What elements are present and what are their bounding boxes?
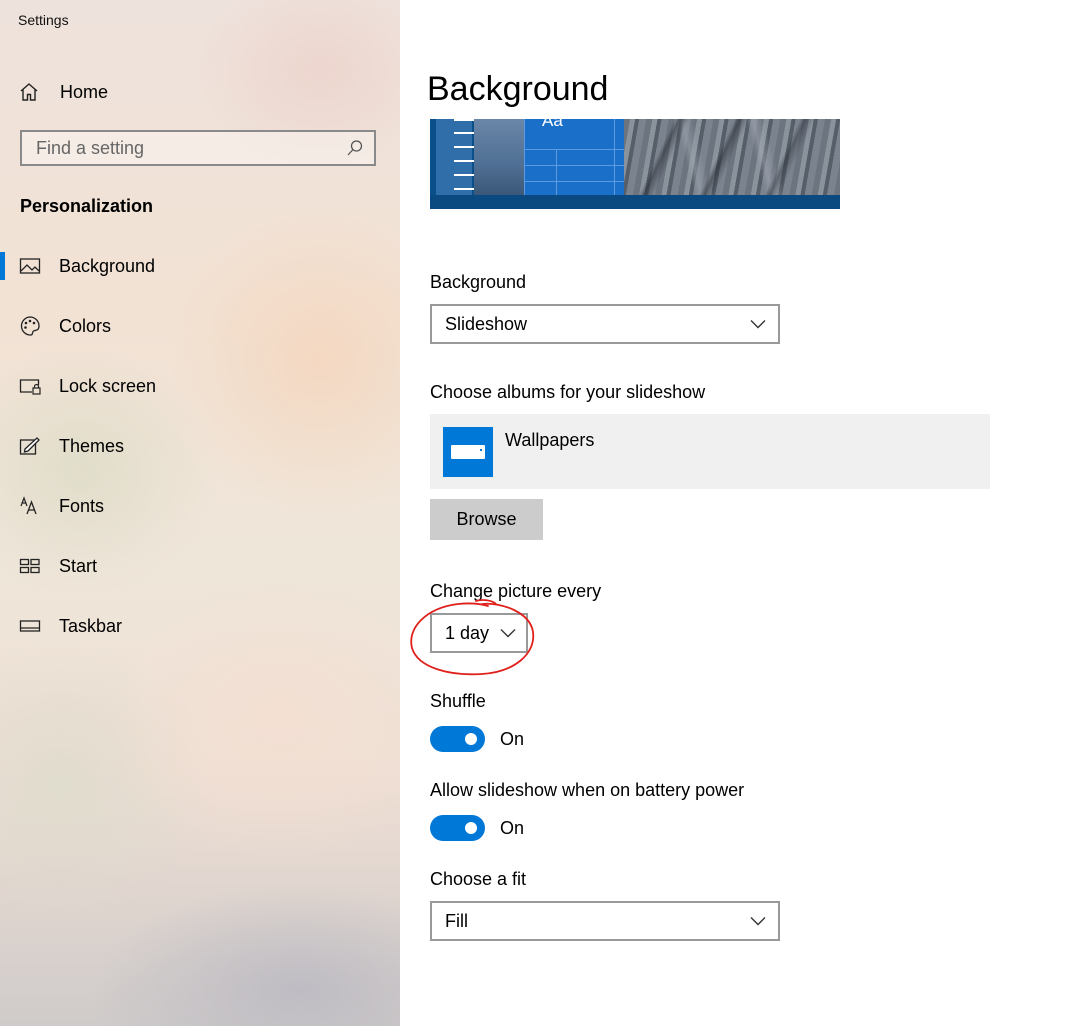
change-picture-label: Change picture every <box>430 581 602 601</box>
battery-label: Allow slideshow when on battery power <box>430 780 745 800</box>
battery-state: On <box>500 817 525 838</box>
picture-icon <box>18 254 42 278</box>
sidebar-item-lock-screen[interactable]: Lock screen <box>0 366 400 406</box>
fit-dropdown-value: Fill <box>445 910 468 931</box>
palette-icon <box>18 314 42 338</box>
shuffle-state: On <box>500 728 525 749</box>
shuffle-toggle[interactable] <box>430 726 485 752</box>
fit-dropdown[interactable]: Fill <box>430 901 780 941</box>
sidebar-item-fonts[interactable]: Fonts <box>0 486 400 526</box>
sidebar-item-label: Start <box>59 555 98 576</box>
preview-taskbar <box>430 195 840 209</box>
preview-mountain-left <box>474 119 524 195</box>
home-label: Home <box>60 81 109 102</box>
window-title: Settings <box>18 12 69 28</box>
folder-icon <box>443 427 493 477</box>
background-label: Background <box>430 272 527 292</box>
page-title: Background <box>427 70 609 108</box>
chevron-down-icon <box>498 623 518 643</box>
album-name: Wallpapers <box>505 430 595 450</box>
background-preview: Aa <box>430 119 840 209</box>
preview-tiles: Aa <box>524 119 624 195</box>
chevron-down-icon <box>748 911 768 931</box>
toggle-knob <box>465 733 477 745</box>
lock-screen-icon <box>18 374 42 398</box>
change-picture-value: 1 day <box>445 622 490 643</box>
main-content: Background Aa Background Slideshow Choos… <box>400 0 1077 1026</box>
search-icon[interactable] <box>342 139 368 157</box>
search-box[interactable] <box>20 130 376 166</box>
background-dropdown-value: Slideshow <box>445 313 528 334</box>
sidebar-item-themes[interactable]: Themes <box>0 426 400 466</box>
selection-indicator <box>0 252 5 280</box>
chevron-down-icon <box>748 314 768 334</box>
change-picture-dropdown[interactable]: 1 day <box>430 613 528 653</box>
sidebar-item-start[interactable]: Start <box>0 546 400 586</box>
shuffle-toggle-row: On <box>430 726 524 752</box>
preview-sample-text: Aa <box>542 119 563 130</box>
sidebar: Settings Home Personalization Background… <box>0 0 400 1026</box>
taskbar-icon <box>18 614 42 638</box>
sidebar-item-label: Background <box>59 255 156 276</box>
toggle-knob <box>465 822 477 834</box>
fit-label: Choose a fit <box>430 869 527 889</box>
sidebar-item-taskbar[interactable]: Taskbar <box>0 606 400 646</box>
home-icon <box>18 81 40 103</box>
preview-menu-lines <box>454 119 474 195</box>
search-input[interactable] <box>22 136 342 160</box>
albums-label: Choose albums for your slideshow <box>430 382 706 402</box>
background-dropdown[interactable]: Slideshow <box>430 304 780 344</box>
preview-wallpaper <box>624 119 840 195</box>
battery-toggle[interactable] <box>430 815 485 841</box>
shuffle-label: Shuffle <box>430 691 486 711</box>
sidebar-item-label: Taskbar <box>59 615 123 636</box>
start-icon <box>18 554 42 578</box>
sidebar-item-background[interactable]: Background <box>0 246 400 286</box>
battery-toggle-row: On <box>430 815 524 841</box>
sidebar-item-label: Colors <box>59 315 112 336</box>
home-nav-item[interactable]: Home <box>18 78 108 106</box>
sidebar-item-label: Themes <box>59 435 125 456</box>
album-item[interactable]: Wallpapers <box>430 414 990 489</box>
sidebar-item-label: Lock screen <box>59 375 157 396</box>
sidebar-item-colors[interactable]: Colors <box>0 306 400 346</box>
fonts-icon <box>18 494 42 518</box>
section-heading: Personalization <box>20 196 154 216</box>
browse-button[interactable]: Browse <box>430 499 543 540</box>
sidebar-item-label: Fonts <box>59 495 105 516</box>
themes-icon <box>18 434 42 458</box>
